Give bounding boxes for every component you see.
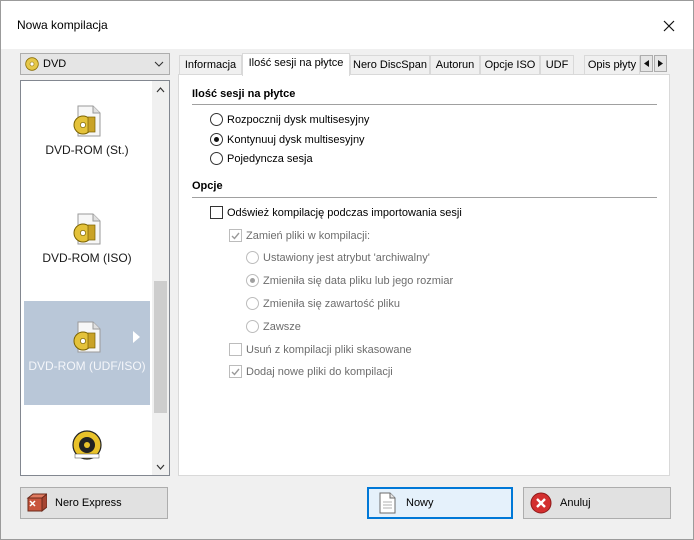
tab-autorun[interactable]: Autorun — [430, 55, 480, 75]
radio-label: Rozpocznij dysk multisesyjny — [227, 113, 370, 126]
radio-label: Zmieniła się zawartość pliku — [263, 297, 400, 310]
checkmark-icon — [231, 368, 240, 376]
radio-single-session[interactable]: Pojedyncza sesja — [210, 152, 313, 165]
checkbox-label: Zamień pliki w kompilacji: — [246, 229, 371, 242]
radio-circle — [246, 251, 259, 264]
radio-circle — [246, 320, 259, 333]
list-item-dvd-rom-standard[interactable]: DVD-ROM (St.) — [24, 85, 150, 189]
radio-content-changed[interactable]: Zmieniła się zawartość pliku — [246, 297, 400, 310]
section-divider — [192, 104, 657, 105]
nero-express-label: Nero Express — [55, 497, 122, 509]
radio-date-size-changed[interactable]: Zmieniła się data pliku lub jego rozmiar — [246, 274, 453, 287]
chevron-down-icon — [154, 61, 164, 67]
cancel-button-label: Anuluj — [560, 497, 591, 509]
list-item-label: DVD-ROM (St.) — [45, 143, 129, 157]
tab-opcje-iso[interactable]: Opcje ISO — [480, 55, 540, 75]
tab-label: UDF — [545, 59, 569, 71]
list-item-dvd-rom-udf-iso[interactable]: DVD-ROM (UDF/ISO) — [24, 301, 150, 405]
radio-label: Zmieniła się data pliku lub jego rozmiar — [263, 274, 454, 287]
radio-label: Zawsze — [263, 320, 301, 333]
compilation-type-list[interactable]: DVD-ROM (St.) DVD-ROM (ISO) DVD-ROM (UDF… — [20, 80, 170, 476]
checkmark-icon — [231, 232, 240, 240]
radio-circle — [210, 152, 223, 165]
checkbox-refresh-compilation[interactable]: Odśwież kompilację podczas importowania … — [210, 206, 462, 219]
list-item-securdisc[interactable] — [24, 409, 150, 475]
checkbox-box — [229, 343, 242, 356]
checkbox-label: Usuń z kompilacji pliki skasowane — [246, 343, 412, 356]
chevron-left-icon — [644, 60, 649, 67]
tab-label: Informacja — [184, 59, 237, 71]
radio-archive-attribute[interactable]: Ustawiony jest atrybut 'archiwalny' — [246, 251, 430, 264]
checkbox-box — [210, 206, 223, 219]
radio-circle — [210, 113, 223, 126]
tab-label: Opcje ISO — [484, 59, 536, 71]
checkbox-label: Dodaj nowe pliki do kompilacji — [246, 365, 393, 378]
new-button[interactable]: Nowy — [367, 487, 513, 519]
radio-always[interactable]: Zawsze — [246, 320, 301, 333]
tab-scroll-left-button[interactable] — [640, 55, 653, 72]
list-item-label: DVD-ROM (UDF/ISO) — [28, 359, 146, 373]
disc-type-combobox[interactable]: DVD — [20, 53, 170, 75]
dvd-rom-standard-icon — [73, 105, 101, 137]
radio-circle — [210, 133, 223, 146]
window-title: Nowa kompilacja — [17, 18, 108, 32]
new-document-icon — [379, 492, 396, 514]
section-divider — [192, 197, 657, 198]
scroll-up-button[interactable] — [152, 81, 169, 98]
scrollbar-thumb[interactable] — [154, 281, 167, 413]
cancel-button[interactable]: Anuluj — [523, 487, 671, 519]
tab-label: Nero DiscSpan — [353, 59, 427, 71]
tab-udf[interactable]: UDF — [540, 55, 574, 75]
multisession-section-title: Ilość sesji na płytce — [192, 88, 296, 100]
chevron-right-icon — [658, 60, 663, 67]
cancel-icon — [530, 492, 552, 514]
close-icon — [663, 20, 675, 32]
list-item-dvd-rom-iso[interactable]: DVD-ROM (ISO) — [24, 193, 150, 297]
nero-express-button[interactable]: Nero Express — [20, 487, 168, 519]
dvd-rom-udf-iso-icon — [73, 321, 101, 353]
securdisc-icon — [72, 430, 102, 460]
radio-label: Ustawiony jest atrybut 'archiwalny' — [263, 251, 430, 264]
list-item-label: DVD-ROM (ISO) — [42, 251, 132, 265]
checkbox-replace-files[interactable]: Zamień pliki w kompilacji: — [229, 229, 370, 242]
radio-label: Pojedyncza sesja — [227, 152, 313, 165]
checkbox-label: Odśwież kompilację podczas importowania … — [227, 206, 462, 219]
checkbox-add-new-files[interactable]: Dodaj nowe pliki do kompilacji — [229, 365, 393, 378]
radio-continue-multisession[interactable]: Kontynuuj dysk multisesyjny — [210, 133, 365, 146]
tab-nero-discspan[interactable]: Nero DiscSpan — [350, 55, 430, 75]
new-compilation-dialog: Nowa kompilacja DVD DVD-ROM (St.) DVD-RO… — [0, 0, 694, 540]
radio-label: Kontynuuj dysk multisesyjny — [227, 133, 365, 146]
new-button-label: Nowy — [406, 497, 434, 509]
disc-type-value: DVD — [43, 58, 67, 70]
dvd-rom-iso-icon — [73, 213, 101, 245]
nero-express-icon — [26, 493, 47, 513]
list-scrollbar[interactable] — [152, 81, 169, 475]
checkbox-box — [229, 229, 242, 242]
tab-strip: Informacja Ilość sesji na płytce Nero Di… — [178, 53, 670, 76]
options-section-title: Opcje — [192, 180, 223, 192]
chevron-up-icon — [156, 86, 165, 92]
disc-icon — [25, 57, 39, 71]
radio-circle — [246, 297, 259, 310]
close-button[interactable] — [651, 11, 687, 41]
tab-informacja[interactable]: Informacja — [179, 55, 242, 75]
scroll-down-button[interactable] — [152, 458, 169, 475]
tab-label: Opis płyty — [587, 59, 637, 71]
checkbox-remove-deleted[interactable]: Usuń z kompilacji pliki skasowane — [229, 343, 412, 356]
radio-circle — [246, 274, 259, 287]
radio-start-multisession[interactable]: Rozpocznij dysk multisesyjny — [210, 113, 369, 126]
checkbox-box — [229, 365, 242, 378]
title-bar: Nowa kompilacja — [1, 1, 693, 49]
tab-ilosc-sesji[interactable]: Ilość sesji na płytce — [242, 53, 350, 76]
tab-opis-plyty[interactable]: Opis płyty — [584, 55, 640, 75]
chevron-right-icon — [133, 331, 140, 343]
tab-panel-multisession: Ilość sesji na płytce Rozpocznij dysk mu… — [178, 74, 670, 476]
tab-label: Ilość sesji na płytce — [248, 57, 344, 69]
tab-scroll-right-button[interactable] — [654, 55, 667, 72]
tab-label: Autorun — [435, 59, 475, 71]
chevron-down-icon — [156, 464, 165, 470]
